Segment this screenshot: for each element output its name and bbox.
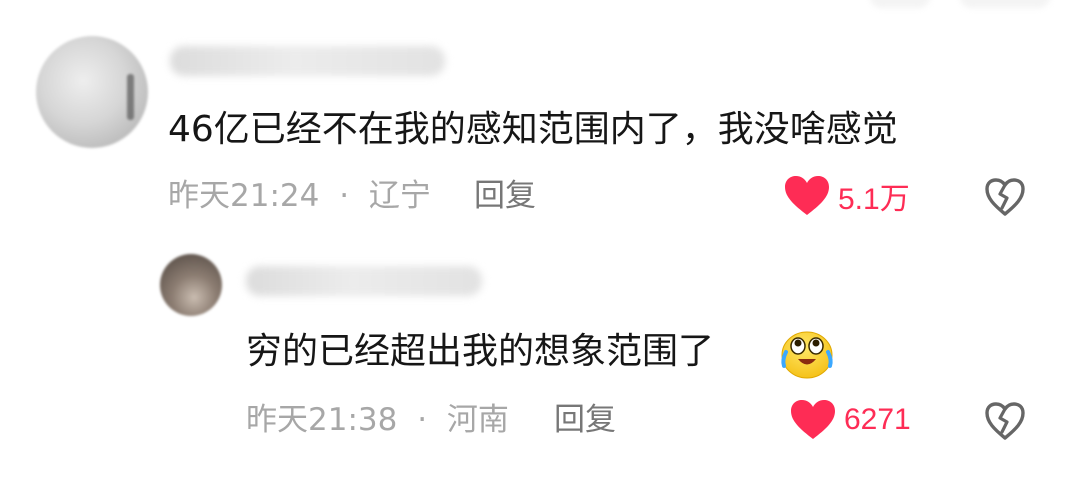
comment-text: 穷的已经超出我的想象范围了 (246, 331, 715, 372)
reply-button[interactable]: 回复 (474, 176, 536, 216)
broken-heart-icon[interactable] (984, 401, 1026, 441)
comment-text: 46亿已经不在我的感知范围内了，我没啥感觉 (168, 109, 898, 150)
meta-separator: · (417, 402, 428, 438)
comment-time: 昨天21:24 (168, 178, 320, 214)
like-button[interactable]: 6271 (790, 398, 911, 442)
comment-location: 辽宁 (368, 178, 431, 214)
reply-button[interactable]: 回复 (554, 400, 616, 440)
comment-meta: 昨天21:38 · 河南 (246, 400, 509, 440)
meta-separator: · (339, 178, 350, 214)
avatar[interactable] (160, 254, 222, 316)
heart-icon (785, 176, 829, 215)
cropped-top-element (870, 0, 930, 8)
username-blurred[interactable] (170, 46, 445, 76)
like-count: 6271 (844, 403, 911, 436)
comment-thread: 46亿已经不在我的感知范围内了，我没啥感觉 昨天21:24 · 辽宁 回复 5.… (0, 0, 1080, 488)
like-button[interactable]: 5.1万 (784, 174, 910, 218)
cropped-top-element (960, 0, 1050, 8)
crying-laughing-emoji (781, 331, 833, 379)
comment-time: 昨天21:38 (246, 402, 398, 438)
like-count: 5.1万 (838, 183, 910, 216)
heart-icon (791, 400, 835, 439)
broken-heart-icon[interactable] (984, 177, 1026, 217)
comment-meta: 昨天21:24 · 辽宁 (168, 176, 431, 216)
avatar[interactable] (36, 36, 148, 148)
username-blurred[interactable] (246, 266, 482, 296)
comment-location: 河南 (446, 402, 509, 438)
